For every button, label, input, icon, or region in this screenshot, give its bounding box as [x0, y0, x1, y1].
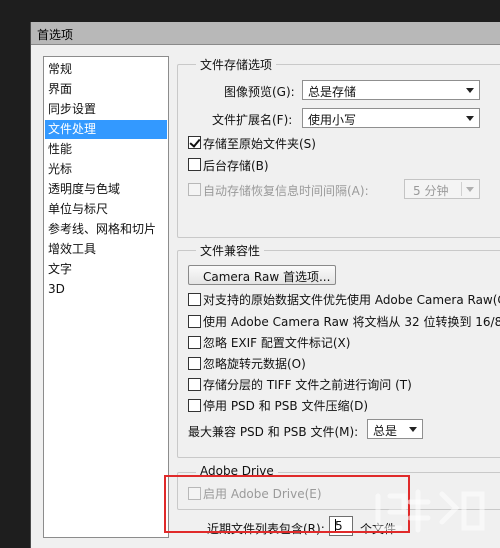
ignore-exif-label[interactable]: 忽略 EXIF 配置文件标记(X): [203, 334, 350, 351]
file-saving-options-title: 文件存储选项: [196, 56, 277, 73]
ignore-rotation-checkbox[interactable]: [188, 357, 201, 370]
sidebar-item-cursors[interactable]: 光标: [45, 160, 167, 179]
sidebar-item-type[interactable]: 文字: [45, 260, 167, 279]
preferences-sidebar: 常规 界面 同步设置 文件处理 性能 光标 透明度与色域 单位与标尺 参考线、网…: [43, 56, 169, 538]
camera-raw-convert-checkbox[interactable]: [188, 315, 201, 328]
chevron-down-icon: [466, 116, 474, 121]
title-bar[interactable]: 首选项: [31, 22, 500, 45]
chevron-down-icon: [466, 88, 474, 93]
sidebar-item-interface[interactable]: 界面: [45, 80, 167, 99]
camera-raw-preferences-label: Camera Raw 首选项...: [203, 270, 331, 284]
disable-psd-compression-label[interactable]: 停用 PSD 和 PSB 文件压缩(D): [203, 397, 368, 414]
camera-raw-convert-label[interactable]: 使用 Adobe Camera Raw 将文档从 32 位转换到 16/8 位: [203, 313, 500, 330]
image-preview-select[interactable]: 总是存储: [302, 80, 480, 100]
save-as-original-label[interactable]: 存储至原始文件夹(S): [203, 135, 316, 152]
checkmark-icon: [189, 136, 201, 148]
file-handling-panel: 文件存储选项 图像预览(G): 总是存储 文件扩展名(F): 使用小写 存储至原…: [173, 44, 500, 548]
window-title: 首选项: [37, 28, 74, 42]
sidebar-item-units-rulers[interactable]: 单位与标尺: [45, 200, 167, 219]
camera-raw-preferences-button[interactable]: Camera Raw 首选项...: [188, 265, 336, 285]
auto-recovery-interval-select[interactable]: 5 分钟: [404, 179, 480, 199]
chevron-down-icon: [409, 427, 417, 432]
ignore-rotation-label[interactable]: 忽略旋转元数据(O): [203, 355, 306, 372]
ask-layered-tiff-checkbox[interactable]: [188, 378, 201, 391]
sidebar-item-plugins[interactable]: 增效工具: [45, 240, 167, 259]
max-compat-select[interactable]: 总是: [367, 419, 423, 439]
auto-recovery-interval-value: 5 分钟: [413, 184, 449, 198]
chevron-down-icon: [466, 187, 474, 192]
prefer-camera-raw-checkbox[interactable]: [188, 293, 201, 306]
sidebar-item-general[interactable]: 常规: [45, 60, 167, 79]
preferences-dialog: 首选项 常规 界面 同步设置 文件处理 性能 光标 透明度与色域 单位与标尺 参…: [30, 22, 500, 548]
ask-layered-tiff-label[interactable]: 存储分层的 TIFF 文件之前进行询问 (T): [203, 376, 412, 393]
background-save-checkbox[interactable]: [188, 158, 201, 171]
highlight-annotation-box: [164, 475, 410, 533]
ignore-exif-checkbox[interactable]: [188, 336, 201, 349]
select-divider: [461, 182, 462, 196]
sidebar-item-file-handling[interactable]: 文件处理: [45, 120, 167, 139]
image-preview-value: 总是存储: [308, 85, 357, 99]
background-save-label[interactable]: 后台存储(B): [203, 157, 269, 174]
file-compatibility-title: 文件兼容性: [196, 242, 265, 259]
file-extension-value: 使用小写: [308, 113, 357, 127]
sidebar-item-guides-grid-slices[interactable]: 参考线、网格和切片: [45, 220, 167, 239]
sidebar-item-sync-settings[interactable]: 同步设置: [45, 100, 167, 119]
save-as-original-checkbox[interactable]: [188, 136, 201, 149]
auto-recovery-label[interactable]: 自动存储恢复信息时间间隔(A):: [203, 182, 369, 199]
sidebar-item-3d[interactable]: 3D: [45, 280, 167, 299]
sidebar-item-transparency-gamut[interactable]: 透明度与色域: [45, 180, 167, 199]
file-extension-label: 文件扩展名(F):: [212, 113, 293, 127]
sidebar-item-performance[interactable]: 性能: [45, 140, 167, 159]
auto-recovery-checkbox[interactable]: [188, 183, 201, 196]
max-compat-value: 总是: [373, 424, 398, 438]
file-extension-select[interactable]: 使用小写: [302, 108, 480, 128]
prefer-camera-raw-label[interactable]: 对支持的原始数据文件优先使用 Adobe Camera Raw(C): [203, 291, 500, 308]
disable-psd-compression-checkbox[interactable]: [188, 399, 201, 412]
image-preview-label: 图像预览(G):: [224, 85, 295, 99]
max-compat-label: 最大兼容 PSD 和 PSB 文件(M):: [188, 425, 359, 439]
